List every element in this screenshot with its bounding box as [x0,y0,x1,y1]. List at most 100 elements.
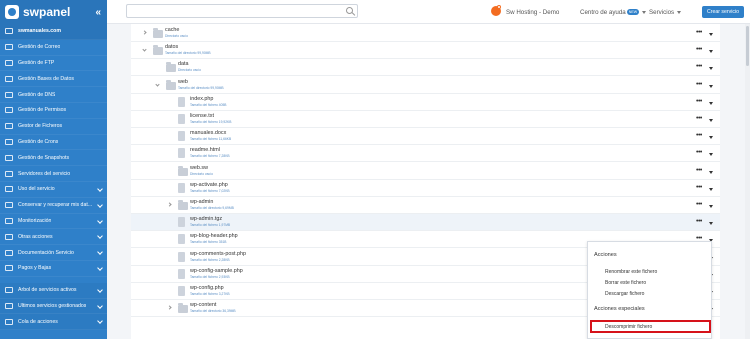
more-options-icon[interactable]: ••• [696,167,702,174]
sidebar-item-6[interactable]: Gestión de Crons [0,135,107,151]
search-input[interactable] [126,4,358,18]
file-name[interactable]: wp-admin [190,199,213,205]
sidebar-item-14[interactable]: Pagos y Bajas [0,261,107,277]
file-row[interactable]: wp-activate.php Tamaño del fichero 7,02KB… [131,180,720,197]
sidebar-bottom-item-1[interactable]: Últimos servicios gestionados [0,298,107,315]
expand-folder-icon[interactable] [142,30,147,35]
file-row[interactable]: license.txt Tamaño del fichero 19,92KB ••• [131,111,720,128]
more-options-icon[interactable]: ••• [696,132,702,139]
account-selector[interactable]: Sw Hosting - Demo [506,9,559,16]
sidebar-bottom-item-2[interactable]: Cola de acciones [0,314,107,331]
chevron-down-icon[interactable] [709,50,713,54]
file-name[interactable]: index.php [190,96,213,102]
decompress-file-option[interactable]: Descomprimir fichero [590,320,711,333]
more-options-icon[interactable]: ••• [696,63,702,70]
file-row[interactable]: data Directorio vacío ••• [131,59,720,77]
file-row[interactable]: web.sw Directorio vacío ••• [131,163,720,180]
more-options-icon[interactable]: ••• [696,218,702,225]
sidebar-account[interactable]: swmanuales.com [0,24,107,40]
folder-icon [153,45,163,56]
file-row[interactable]: datos Tamaño del directorio 99,90MB ••• [131,42,720,60]
file-row[interactable]: web Tamaño del directorio 99,90MB ••• [131,77,720,94]
delete-file-option[interactable]: Borrar este fichero [605,280,646,286]
chevron-down-icon[interactable] [709,119,713,122]
file-row[interactable]: index.php Tamaño del fichero 405B ••• [131,94,720,111]
file-name[interactable]: wp-config.php [190,285,224,291]
file-name[interactable]: manuales.docx [190,130,226,136]
more-options-icon[interactable]: ••• [696,149,702,156]
file-name[interactable]: wp-comments-post.php [190,251,246,257]
collapse-sidebar-icon[interactable]: « [95,7,107,18]
download-file-option[interactable]: Descargar fichero [605,291,644,297]
file-name[interactable]: cache [165,27,179,33]
services-menu[interactable]: Servicios [649,9,682,16]
collapse-folder-icon[interactable] [142,47,147,52]
sidebar-item-12[interactable]: Otras acciones [0,229,107,246]
file-name[interactable]: web [178,79,188,85]
sidebar-item-0[interactable]: Gestión de Correo [0,40,107,56]
chevron-down-icon[interactable] [709,205,713,208]
file-size: Directorio vacío [178,68,201,73]
file-name[interactable]: datos [165,44,178,50]
sidebar-item-9[interactable]: Uso del servicio [0,182,107,198]
rename-file-option[interactable]: Renombrar este fichero [605,269,657,275]
collapse-folder-icon[interactable] [155,81,160,87]
file-size: Tamaño del fichero 405B [190,102,227,107]
more-options-icon[interactable]: ••• [696,81,702,88]
sidebar-item-8[interactable]: Servidores del servicio [0,166,107,182]
chevron-down-icon[interactable] [709,170,713,174]
chevron-down-icon[interactable] [709,84,713,88]
file-name[interactable]: data [178,61,189,67]
chevron-down-icon[interactable] [709,222,713,226]
sidebar-item-5[interactable]: Gestor de Ficheros [0,119,107,135]
sidebar-item-1[interactable]: Gestión de FTP [0,56,107,72]
expand-folder-icon[interactable] [167,305,172,310]
file-name[interactable]: wp-content [190,302,216,308]
sidebar-item-label: Gestión Bases de Datos [18,75,74,82]
more-options-icon[interactable]: ••• [696,29,702,36]
file-row[interactable]: wp-admin.tgz Tamaño del fichero 1,97MB ••• [131,214,720,232]
file-name[interactable]: license.txt [190,113,214,119]
sidebar-item-4[interactable]: Gestión de Permisos [0,103,107,119]
file-name[interactable]: wp-activate.php [190,182,228,188]
folder-icon [178,303,188,314]
more-options-icon[interactable]: ••• [696,201,702,208]
more-options-icon[interactable]: ••• [696,46,702,53]
more-options-icon[interactable]: ••• [696,98,702,105]
sidebar-item-10[interactable]: Conservar y recuperar mis dat... [0,198,107,214]
history-icon [5,302,13,309]
help-center-link[interactable]: Centro de ayuda NEW [580,9,647,16]
sidebar-item-7[interactable]: Gestión de Snapshots [0,150,107,167]
file-row[interactable]: wp-admin Tamaño del directorio 9,69MB ••• [131,197,720,214]
file-name[interactable]: readme.html [190,147,220,153]
file-name[interactable]: wp-admin.tgz [190,216,222,222]
sidebar-item-label: Gestión de Correo [18,44,61,51]
create-service-button[interactable]: Crear servicio [702,6,744,18]
file-icon [178,286,185,296]
more-options-icon[interactable]: ••• [696,115,702,122]
more-options-icon[interactable]: ••• [696,184,702,191]
sidebar-item-13[interactable]: Documentación Servicio [0,245,107,261]
expand-folder-icon[interactable] [167,202,172,207]
file-row[interactable]: manuales.docx Tamaño del fichero 11,66KB •… [131,128,720,146]
account-avatar-icon[interactable] [491,5,501,16]
file-row[interactable]: readme.html Tamaño del fichero 7,28KB ••• [131,145,720,163]
chevron-down-icon[interactable] [709,101,713,105]
file-row[interactable]: cache Directorio vacío ••• [131,25,720,42]
file-name[interactable]: wp-blog-header.php [190,233,238,239]
chevron-down-icon[interactable] [709,33,713,36]
chevron-down-icon[interactable] [709,136,713,140]
chevron-down-icon[interactable] [709,67,713,71]
search-icon[interactable] [346,7,353,14]
chevron-down-icon[interactable] [709,153,713,157]
file-name[interactable]: wp-config-sample.php [190,268,243,274]
sidebar-item-3[interactable]: Gestión de DNS [0,87,107,103]
chevron-down-icon [97,318,103,325]
scrollbar[interactable] [745,24,750,339]
chevron-down-icon[interactable] [709,187,713,191]
sidebar-item-11[interactable]: Monitorización [0,214,107,230]
scrollbar-thumb[interactable] [746,26,749,66]
sidebar-bottom-item-0[interactable]: Árbol de servicios activos [0,282,107,299]
sidebar-item-2[interactable]: Gestión Bases de Datos [0,71,107,88]
file-name[interactable]: web.sw [190,165,208,171]
